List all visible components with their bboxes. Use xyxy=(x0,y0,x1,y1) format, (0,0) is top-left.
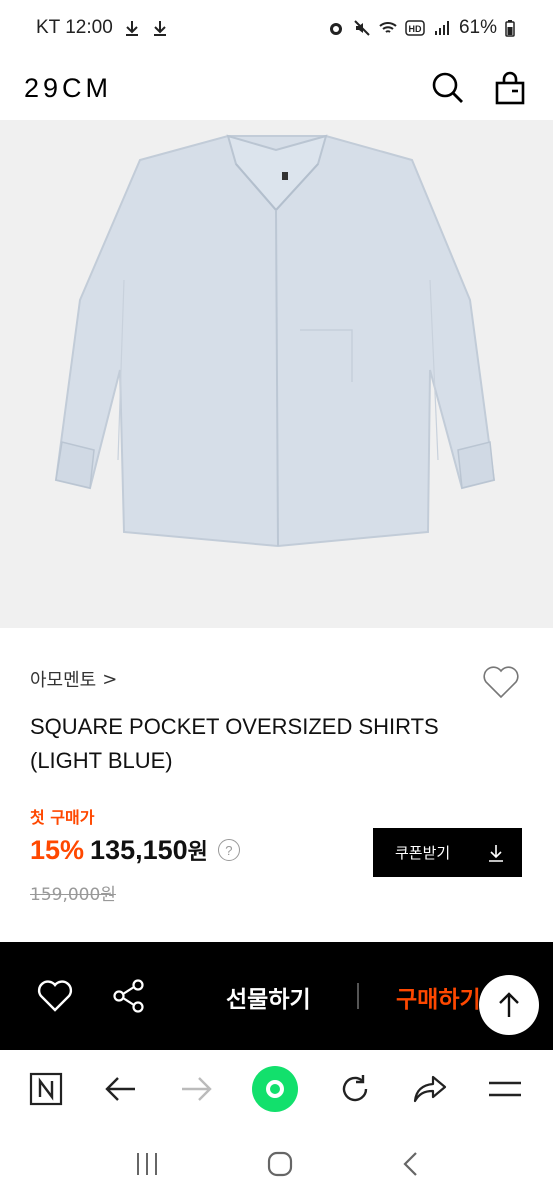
gift-button[interactable]: 선물하기 xyxy=(226,980,311,1014)
status-bar: KT 12:00 HD 61% xyxy=(0,0,553,56)
sale-price-value: 135,150 xyxy=(90,835,188,865)
brand-link[interactable]: 아모멘토 > xyxy=(30,666,117,692)
brand-name: 아모멘토 xyxy=(30,670,97,691)
buy-button[interactable]: 구매하기 xyxy=(396,980,481,1014)
browser-toolbar xyxy=(0,1050,553,1128)
divider xyxy=(357,983,359,1009)
product-title: SQUARE POCKET OVERSIZED SHIRTS (LIGHT BL… xyxy=(30,714,439,773)
battery-percent: 61% xyxy=(458,17,497,38)
menu-icon[interactable] xyxy=(487,1071,523,1107)
like-heart-icon[interactable] xyxy=(481,662,521,702)
home-icon[interactable] xyxy=(252,1066,299,1112)
svg-text:HD: HD xyxy=(408,24,421,34)
price-unit: 원 xyxy=(187,839,208,864)
status-right: HD 61% xyxy=(327,17,515,39)
action-bar: 선물하기 구매하기 xyxy=(0,942,553,1050)
back-arrow-icon[interactable] xyxy=(103,1071,139,1107)
coupon-button-label: 쿠폰받기 xyxy=(395,844,451,862)
back-chevron-icon[interactable] xyxy=(401,1151,419,1177)
product-info: 아모멘토 > SQUARE POCKET OVERSIZED SHIRTS (L… xyxy=(0,628,553,942)
header-icons xyxy=(431,71,525,105)
recents-icon[interactable] xyxy=(134,1152,160,1176)
refresh-icon[interactable] xyxy=(337,1071,373,1107)
download-icon xyxy=(125,21,138,36)
app-header: 29CM xyxy=(0,56,553,120)
logo[interactable]: 29CM xyxy=(24,73,112,104)
hd-icon: HD xyxy=(405,20,425,36)
carrier-time: KT 12:00 xyxy=(36,17,113,38)
mute-icon xyxy=(354,20,370,36)
home-icon-inner xyxy=(266,1080,285,1098)
first-purchase-label: 첫 구매가 xyxy=(30,808,95,827)
heart-icon[interactable] xyxy=(36,978,74,1014)
arrow-up-icon xyxy=(499,992,519,1017)
coupon-button[interactable]: 쿠폰받기 xyxy=(373,828,522,877)
signal-icon xyxy=(434,21,449,35)
chevron-right-icon: > xyxy=(102,668,118,690)
shopping-bag-icon[interactable] xyxy=(495,71,525,105)
battery-icon xyxy=(505,20,515,37)
price-row: 15% 135,150원 ? xyxy=(30,834,240,866)
download-icon xyxy=(489,844,503,862)
product-image[interactable] xyxy=(0,120,553,628)
help-icon[interactable]: ? xyxy=(217,839,240,861)
original-price: 159,000원 xyxy=(30,885,116,905)
alarm-icon xyxy=(329,23,342,35)
discount-rate: 15% xyxy=(30,834,85,865)
status-left: KT 12:00 xyxy=(36,17,169,39)
wifi-icon xyxy=(379,22,397,33)
naver-icon[interactable] xyxy=(28,1071,64,1107)
share-icon[interactable] xyxy=(412,1071,448,1107)
search-icon[interactable] xyxy=(431,71,465,105)
scroll-top-button[interactable] xyxy=(479,975,539,1035)
shirt-image xyxy=(0,120,553,628)
forward-arrow-icon[interactable] xyxy=(178,1071,214,1107)
download-icon xyxy=(153,21,166,36)
sale-price: 135,150원 xyxy=(90,834,208,866)
home-circle-icon[interactable] xyxy=(267,1151,293,1177)
system-navigation xyxy=(0,1128,553,1200)
share-icon[interactable] xyxy=(112,978,146,1014)
